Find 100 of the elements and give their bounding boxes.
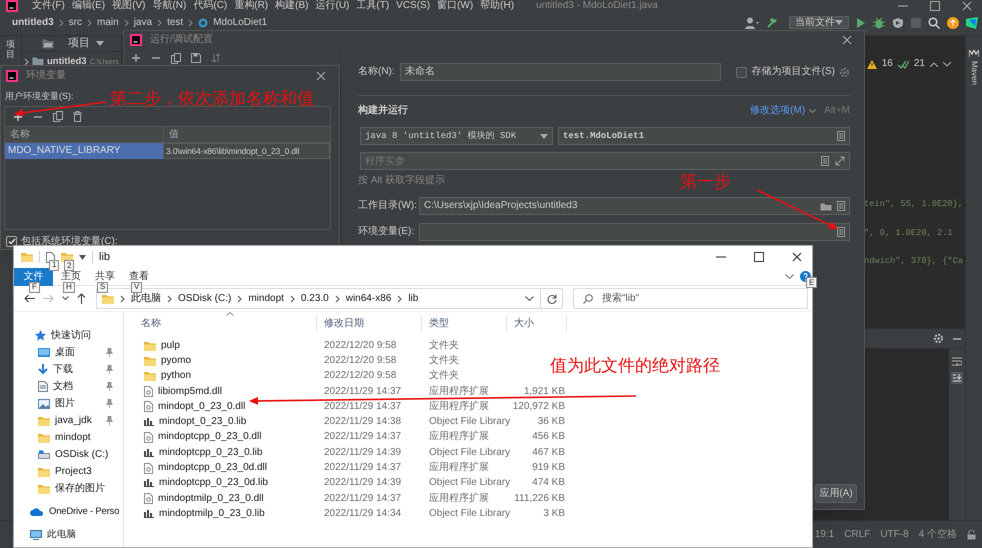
settings-icon[interactable] xyxy=(839,66,850,78)
navigation-item[interactable]: OneDrive - Perso xyxy=(49,506,120,516)
expand-icon[interactable] xyxy=(835,156,845,166)
hammer-icon[interactable] xyxy=(766,16,778,28)
navigation-item[interactable]: 下载 xyxy=(53,364,73,374)
navigation-item[interactable]: mindopt xyxy=(55,432,91,442)
checkbox[interactable] xyxy=(6,236,17,247)
document-icon[interactable] xyxy=(837,201,845,211)
value-field[interactable]: 3.0\win64-x86\lib\mindopt_0_23_0.dll xyxy=(163,143,330,159)
panel-title[interactable]: 项目 xyxy=(68,38,90,49)
address-bar[interactable]: 此电脑 OSDisk (C:) mindopt 0.23.0 win64-x86 lib xyxy=(96,288,541,309)
search-icon[interactable] xyxy=(928,16,940,28)
menu-item[interactable]: 编辑(E) xyxy=(72,1,106,11)
menu-item[interactable]: 运行(U) xyxy=(315,1,350,11)
main-class-field[interactable]: test.MdoLoDiet1 xyxy=(558,127,850,145)
search-field[interactable]: 搜索"lib" xyxy=(573,288,808,309)
navigation-item[interactable]: 图片 xyxy=(55,398,75,408)
breadcrumb[interactable]: MdoLoDiet1 xyxy=(213,18,268,28)
navigation-item[interactable]: java_jdk xyxy=(55,416,92,426)
project-side-tab[interactable]: 项目 xyxy=(6,40,15,60)
refresh-button[interactable] xyxy=(541,288,563,309)
file-name[interactable]: pyomo xyxy=(161,356,192,366)
copy-icon[interactable] xyxy=(53,111,63,122)
address-segment[interactable]: 此电脑 xyxy=(131,294,161,304)
column-header[interactable]: 大小 xyxy=(507,315,567,332)
settings-icon[interactable] xyxy=(933,333,944,344)
address-segment[interactable]: win64-x86 xyxy=(346,294,392,304)
navigation-item[interactable]: OSDisk (C:) xyxy=(55,450,108,460)
navigation-item[interactable]: 此电脑 xyxy=(47,530,76,540)
file-name[interactable]: mindoptmilp_0_23_0.lib xyxy=(159,508,265,519)
next-icon[interactable] xyxy=(943,62,951,66)
menu-item[interactable]: 工具(T) xyxy=(356,1,390,11)
save-icon[interactable] xyxy=(191,53,201,63)
sdk-dropdown[interactable]: java 8 'untitled3' 模块的 SDK xyxy=(360,127,553,145)
scroll-to-end-icon[interactable] xyxy=(951,372,963,384)
breadcrumb[interactable]: src xyxy=(68,18,82,28)
copy-icon[interactable] xyxy=(171,52,181,64)
menu-item[interactable]: 重构(R) xyxy=(234,1,268,11)
column-header[interactable]: 名称 xyxy=(5,127,163,142)
user-icon[interactable] xyxy=(745,16,759,28)
file-name[interactable]: mindoptcpp_0_23_0d.lib xyxy=(159,478,268,488)
address-segment[interactable]: lib xyxy=(408,294,418,304)
expand-ribbon-icon[interactable] xyxy=(785,274,794,279)
apply-button[interactable]: 应用(A) xyxy=(815,484,857,503)
file-name[interactable]: mindoptcpp_0_23_0.dll xyxy=(158,432,262,442)
document-icon[interactable] xyxy=(821,156,829,166)
dropdown-icon[interactable] xyxy=(525,296,534,301)
caret-icon[interactable] xyxy=(835,20,843,25)
up-icon[interactable] xyxy=(77,293,86,304)
address-segment[interactable]: mindopt xyxy=(248,294,284,304)
status-item[interactable]: 4 个空格 xyxy=(918,530,957,540)
soft-wrap-icon[interactable] xyxy=(952,357,962,366)
file-name[interactable]: mindoptcpp_0_23_0d.dll xyxy=(158,463,267,474)
previous-icon[interactable] xyxy=(930,62,938,66)
document-icon[interactable] xyxy=(837,131,845,141)
menu-item[interactable]: VCS(S) xyxy=(396,1,430,11)
maven-icon[interactable] xyxy=(969,50,979,57)
menu-item[interactable]: 代码(C) xyxy=(193,1,228,11)
file-name[interactable]: python xyxy=(161,371,192,382)
column-header[interactable]: 类型 xyxy=(422,315,507,332)
menu-item[interactable]: 帮助(H) xyxy=(480,1,514,11)
run-target-dropdown[interactable]: 当前文件 xyxy=(789,16,849,29)
sort-icon[interactable] xyxy=(211,53,221,63)
breadcrumb[interactable]: test xyxy=(167,18,184,28)
file-name[interactable]: libiomp5md.dll xyxy=(158,386,222,397)
delete-icon[interactable] xyxy=(73,111,82,122)
file-name[interactable]: mindoptmilp_0_23_0.dll xyxy=(158,494,264,504)
breadcrumb[interactable]: main xyxy=(97,18,119,28)
modify-options-link[interactable]: 修改选项(M) xyxy=(750,106,816,116)
shield-play-icon[interactable] xyxy=(892,16,904,28)
folder-icon[interactable] xyxy=(820,202,832,210)
column-header[interactable]: 修改日期 xyxy=(317,315,422,332)
caret-icon[interactable] xyxy=(540,134,548,138)
project-name[interactable]: untitled3 xyxy=(47,57,87,67)
menu-item[interactable]: 视图(V) xyxy=(112,1,146,11)
checkbox[interactable] xyxy=(736,66,747,78)
maven-side-tab[interactable]: Maven xyxy=(970,61,978,86)
caret-icon[interactable] xyxy=(96,41,104,46)
recent-locations-icon[interactable] xyxy=(62,296,69,301)
column-header[interactable]: 名称 xyxy=(125,315,317,332)
dropdown-icon[interactable] xyxy=(79,254,86,260)
update-icon[interactable] xyxy=(947,16,959,28)
document-icon[interactable] xyxy=(837,227,845,237)
column-header[interactable]: 值 xyxy=(163,127,330,142)
status-item[interactable]: 19:1 xyxy=(814,530,834,540)
address-segment[interactable]: OSDisk (C:) xyxy=(178,294,232,304)
file-name[interactable]: pulp xyxy=(161,340,180,351)
back-icon[interactable] xyxy=(24,294,35,303)
run-icon[interactable] xyxy=(856,16,866,28)
table-cell[interactable]: MDO_NATIVE_LIBRARY xyxy=(5,143,163,159)
file-name[interactable]: mindopt_0_23_0.dll xyxy=(158,402,246,412)
status-item[interactable]: CRLF xyxy=(844,530,870,540)
name-field[interactable]: 未命名 xyxy=(400,63,721,81)
breadcrumb[interactable]: java xyxy=(134,18,152,28)
toolbox-logo-icon[interactable] xyxy=(966,16,978,28)
file-name[interactable]: mindoptcpp_0_23_0.lib xyxy=(159,448,262,458)
status-item[interactable]: UTF-8 xyxy=(880,530,909,540)
maximize-icon[interactable] xyxy=(754,252,764,262)
navigation-item[interactable]: 保存的图片 xyxy=(55,484,105,494)
bug-icon[interactable] xyxy=(873,16,885,28)
